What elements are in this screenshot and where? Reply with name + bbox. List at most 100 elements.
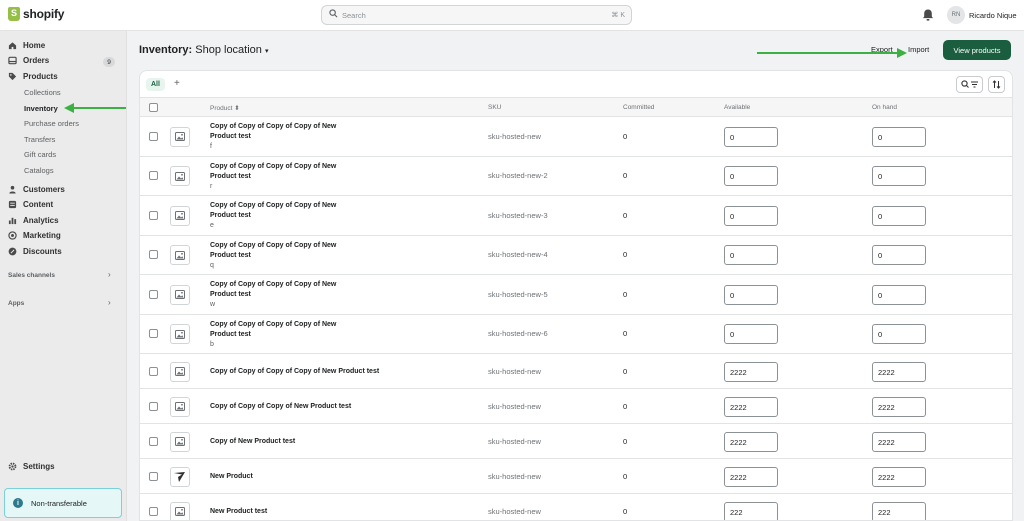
sidebar-item-collections[interactable]: Collections [24, 88, 61, 97]
add-view-icon[interactable]: + [174, 78, 180, 89]
product-name[interactable]: Copy of Copy of Copy of Copy of New Prod… [210, 201, 350, 221]
person-icon [9, 185, 16, 194]
sort-button[interactable] [988, 76, 1005, 93]
avatar[interactable]: RN [947, 6, 965, 24]
product-name[interactable]: New Product [210, 472, 410, 482]
chevron-right-icon[interactable]: › [108, 298, 111, 307]
bell-icon[interactable] [921, 8, 935, 22]
available-input[interactable]: 0 [724, 284, 778, 305]
table-row[interactable]: Copy of New Product test sku-hosted-new 0 2… [140, 424, 1012, 459]
row-checkbox[interactable] [149, 289, 158, 299]
on-hand-input[interactable]: 0 [872, 166, 926, 187]
search-input[interactable]: Search ⌘ K [321, 5, 632, 25]
product-name[interactable]: Copy of Copy of Copy of Copy of New Prod… [210, 122, 350, 142]
on-hand-input[interactable]: 0 [872, 245, 926, 266]
available-input[interactable]: 2222 [724, 396, 778, 417]
location-selector[interactable]: Shop location [195, 44, 262, 56]
sidebar-item-inventory[interactable]: Inventory [24, 104, 58, 113]
sidebar-item-settings[interactable]: Settings [8, 462, 55, 471]
available-input[interactable]: 0 [724, 126, 778, 147]
committed-value: 0 [623, 471, 628, 481]
sidebar-item-content[interactable]: Content [8, 200, 53, 209]
image-placeholder-icon [170, 501, 190, 520]
on-hand-input[interactable]: 0 [872, 205, 926, 226]
view-products-button[interactable]: View products [943, 40, 1011, 60]
available-input[interactable]: 0 [724, 245, 778, 266]
on-hand-input[interactable]: 2222 [872, 431, 926, 452]
import-button[interactable]: Import [908, 45, 929, 54]
sidebar-item-customers[interactable]: Customers [8, 185, 65, 194]
sku-value: sku-hosted-new [488, 471, 541, 481]
on-hand-input[interactable]: 2222 [872, 361, 926, 382]
tab-all[interactable]: All [146, 78, 165, 91]
non-transferable-banner[interactable]: i Non-transferable [4, 488, 122, 518]
available-input[interactable]: 0 [724, 166, 778, 187]
sidebar-item-home[interactable]: Home [8, 41, 45, 50]
apps-header[interactable]: Apps [8, 300, 24, 307]
shopify-logo[interactable]: shopify [8, 7, 64, 21]
table-row[interactable]: Copy of Copy of Copy of Copy of New Prod… [140, 314, 1012, 354]
row-checkbox[interactable] [149, 436, 158, 446]
sku-value: sku-hosted-new [488, 436, 541, 446]
on-hand-input[interactable]: 2222 [872, 396, 926, 417]
sidebar-item-label: Settings [23, 462, 55, 471]
table-row[interactable]: New Product test sku-hosted-new 0 222 222 [140, 494, 1012, 520]
available-input[interactable]: 2222 [724, 431, 778, 452]
sidebar-item-label: Marketing [23, 231, 61, 240]
table-row[interactable]: Copy of Copy of Copy of Copy of New Prod… [140, 156, 1012, 196]
available-input[interactable]: 0 [724, 324, 778, 345]
table-row[interactable]: New Product sku-hosted-new 0 2222 2222 [140, 459, 1012, 494]
row-checkbox[interactable] [149, 171, 158, 181]
product-name[interactable]: Copy of Copy of Copy of Copy of New Prod… [210, 367, 410, 377]
row-checkbox[interactable] [149, 329, 158, 339]
sidebar-item-catalogs[interactable]: Catalogs [24, 166, 54, 175]
product-name[interactable]: New Product test [210, 507, 410, 517]
row-checkbox[interactable] [149, 250, 158, 260]
table-row[interactable]: Copy of Copy of Copy of Copy of New Prod… [140, 354, 1012, 389]
product-name[interactable]: Copy of Copy of Copy of Copy of New Prod… [210, 162, 350, 182]
product-name[interactable]: Copy of Copy of Copy of Copy of New Prod… [210, 320, 350, 340]
available-input[interactable]: 0 [724, 205, 778, 226]
sidebar-item-purchase-orders[interactable]: Purchase orders [24, 119, 79, 128]
image-placeholder-icon [170, 396, 190, 417]
product-name[interactable]: Copy of Copy of Copy of New Product test [210, 402, 410, 412]
row-checkbox[interactable] [149, 210, 158, 220]
on-hand-input[interactable]: 0 [872, 126, 926, 147]
sidebar-item-orders[interactable]: Orders [8, 56, 49, 65]
sidebar-item-analytics[interactable]: Analytics [8, 216, 59, 225]
sidebar-item-marketing[interactable]: Marketing [8, 231, 61, 240]
row-checkbox[interactable] [149, 471, 158, 481]
sidebar-item-products[interactable]: Products [8, 72, 58, 81]
available-input[interactable]: 2222 [724, 361, 778, 382]
on-hand-input[interactable]: 0 [872, 284, 926, 305]
search-filter-button[interactable] [956, 76, 983, 93]
row-checkbox[interactable] [149, 401, 158, 411]
table-row[interactable]: Copy of Copy of Copy of New Product test… [140, 389, 1012, 424]
on-hand-input[interactable]: 2222 [872, 466, 926, 487]
table-row[interactable]: Copy of Copy of Copy of Copy of New Prod… [140, 196, 1012, 236]
on-hand-input[interactable]: 222 [872, 501, 926, 520]
row-checkbox[interactable] [149, 506, 158, 516]
sidebar-item-discounts[interactable]: Discounts [8, 247, 62, 256]
image-placeholder-icon [170, 361, 190, 382]
table-row[interactable]: Copy of Copy of Copy of Copy of New Prod… [140, 117, 1012, 157]
available-input[interactable]: 2222 [724, 466, 778, 487]
sidebar-item-transfers[interactable]: Transfers [24, 135, 55, 144]
table-row[interactable]: Copy of Copy of Copy of Copy of New Prod… [140, 275, 1012, 315]
sidebar-item-gift-cards[interactable]: Gift cards [24, 150, 56, 159]
product-name[interactable]: Copy of New Product test [210, 437, 410, 447]
product-name[interactable]: Copy of Copy of Copy of Copy of New Prod… [210, 280, 350, 300]
chevron-down-icon[interactable]: ▾ [265, 48, 269, 55]
row-checkbox[interactable] [149, 131, 158, 141]
committed-value: 0 [623, 329, 628, 339]
sales-channels-header[interactable]: Sales channels [8, 272, 55, 279]
product-name[interactable]: Copy of Copy of Copy of Copy of New Prod… [210, 241, 350, 261]
available-input[interactable]: 222 [724, 501, 778, 520]
user-name[interactable]: Ricardo Nique [969, 11, 1017, 20]
on-hand-input[interactable]: 0 [872, 324, 926, 345]
table-row[interactable]: Copy of Copy of Copy of Copy of New Prod… [140, 235, 1012, 275]
chevron-right-icon[interactable]: › [108, 270, 111, 279]
select-all-checkbox[interactable] [149, 103, 158, 112]
column-product[interactable]: Product ⬍ [210, 104, 240, 112]
row-checkbox[interactable] [149, 366, 158, 376]
